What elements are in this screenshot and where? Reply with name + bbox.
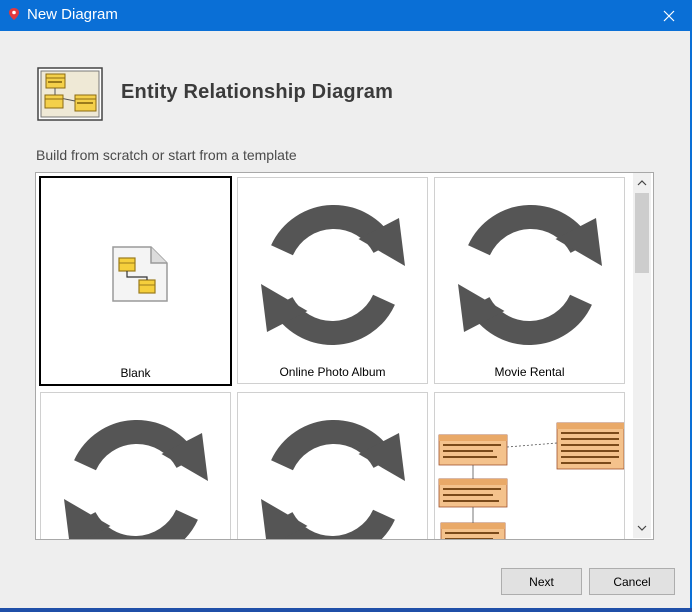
dialog-body: Entity Relationship Diagram Build from s… [0, 31, 692, 612]
scroll-down-button[interactable] [633, 520, 651, 536]
title-bar: New Diagram [0, 0, 692, 31]
template-tile-online-photo-album[interactable]: Online Photo Album [237, 177, 428, 384]
loading-refresh-icon [458, 205, 602, 345]
template-gallery: Blank Online Photo Album Movie Rental [35, 172, 654, 540]
template-tile-movie-rental[interactable]: Movie Rental [434, 177, 625, 384]
close-button[interactable] [646, 0, 692, 31]
scroll-up-button[interactable] [633, 175, 651, 191]
background-strip [0, 608, 692, 612]
template-tile-loading[interactable] [237, 392, 428, 539]
blank-diagram-icon [112, 246, 168, 302]
close-icon [663, 10, 675, 21]
template-label: Blank [120, 366, 151, 380]
chevron-down-icon [637, 525, 647, 531]
template-tile-loading[interactable] [40, 392, 231, 539]
erd-preview-thumbnail [438, 422, 624, 539]
template-tile-erd-preview[interactable] [434, 392, 625, 539]
next-button[interactable]: Next [501, 568, 582, 595]
template-tile-blank[interactable]: Blank [39, 176, 232, 386]
cancel-button[interactable]: Cancel [589, 568, 675, 595]
scroll-thumb[interactable] [635, 193, 649, 273]
window-title: New Diagram [27, 6, 118, 23]
loading-refresh-icon [64, 420, 208, 539]
template-label: Online Photo Album [279, 365, 386, 379]
gallery-scrollbar[interactable] [633, 173, 651, 538]
loading-refresh-icon [261, 420, 405, 539]
diagram-type-title: Entity Relationship Diagram [121, 81, 394, 103]
loading-refresh-icon [261, 205, 405, 345]
template-prompt: Build from scratch or start from a templ… [36, 147, 297, 163]
chevron-up-icon [637, 180, 647, 186]
erd-icon [37, 67, 103, 121]
template-label: Movie Rental [494, 365, 565, 379]
app-icon [9, 8, 19, 20]
